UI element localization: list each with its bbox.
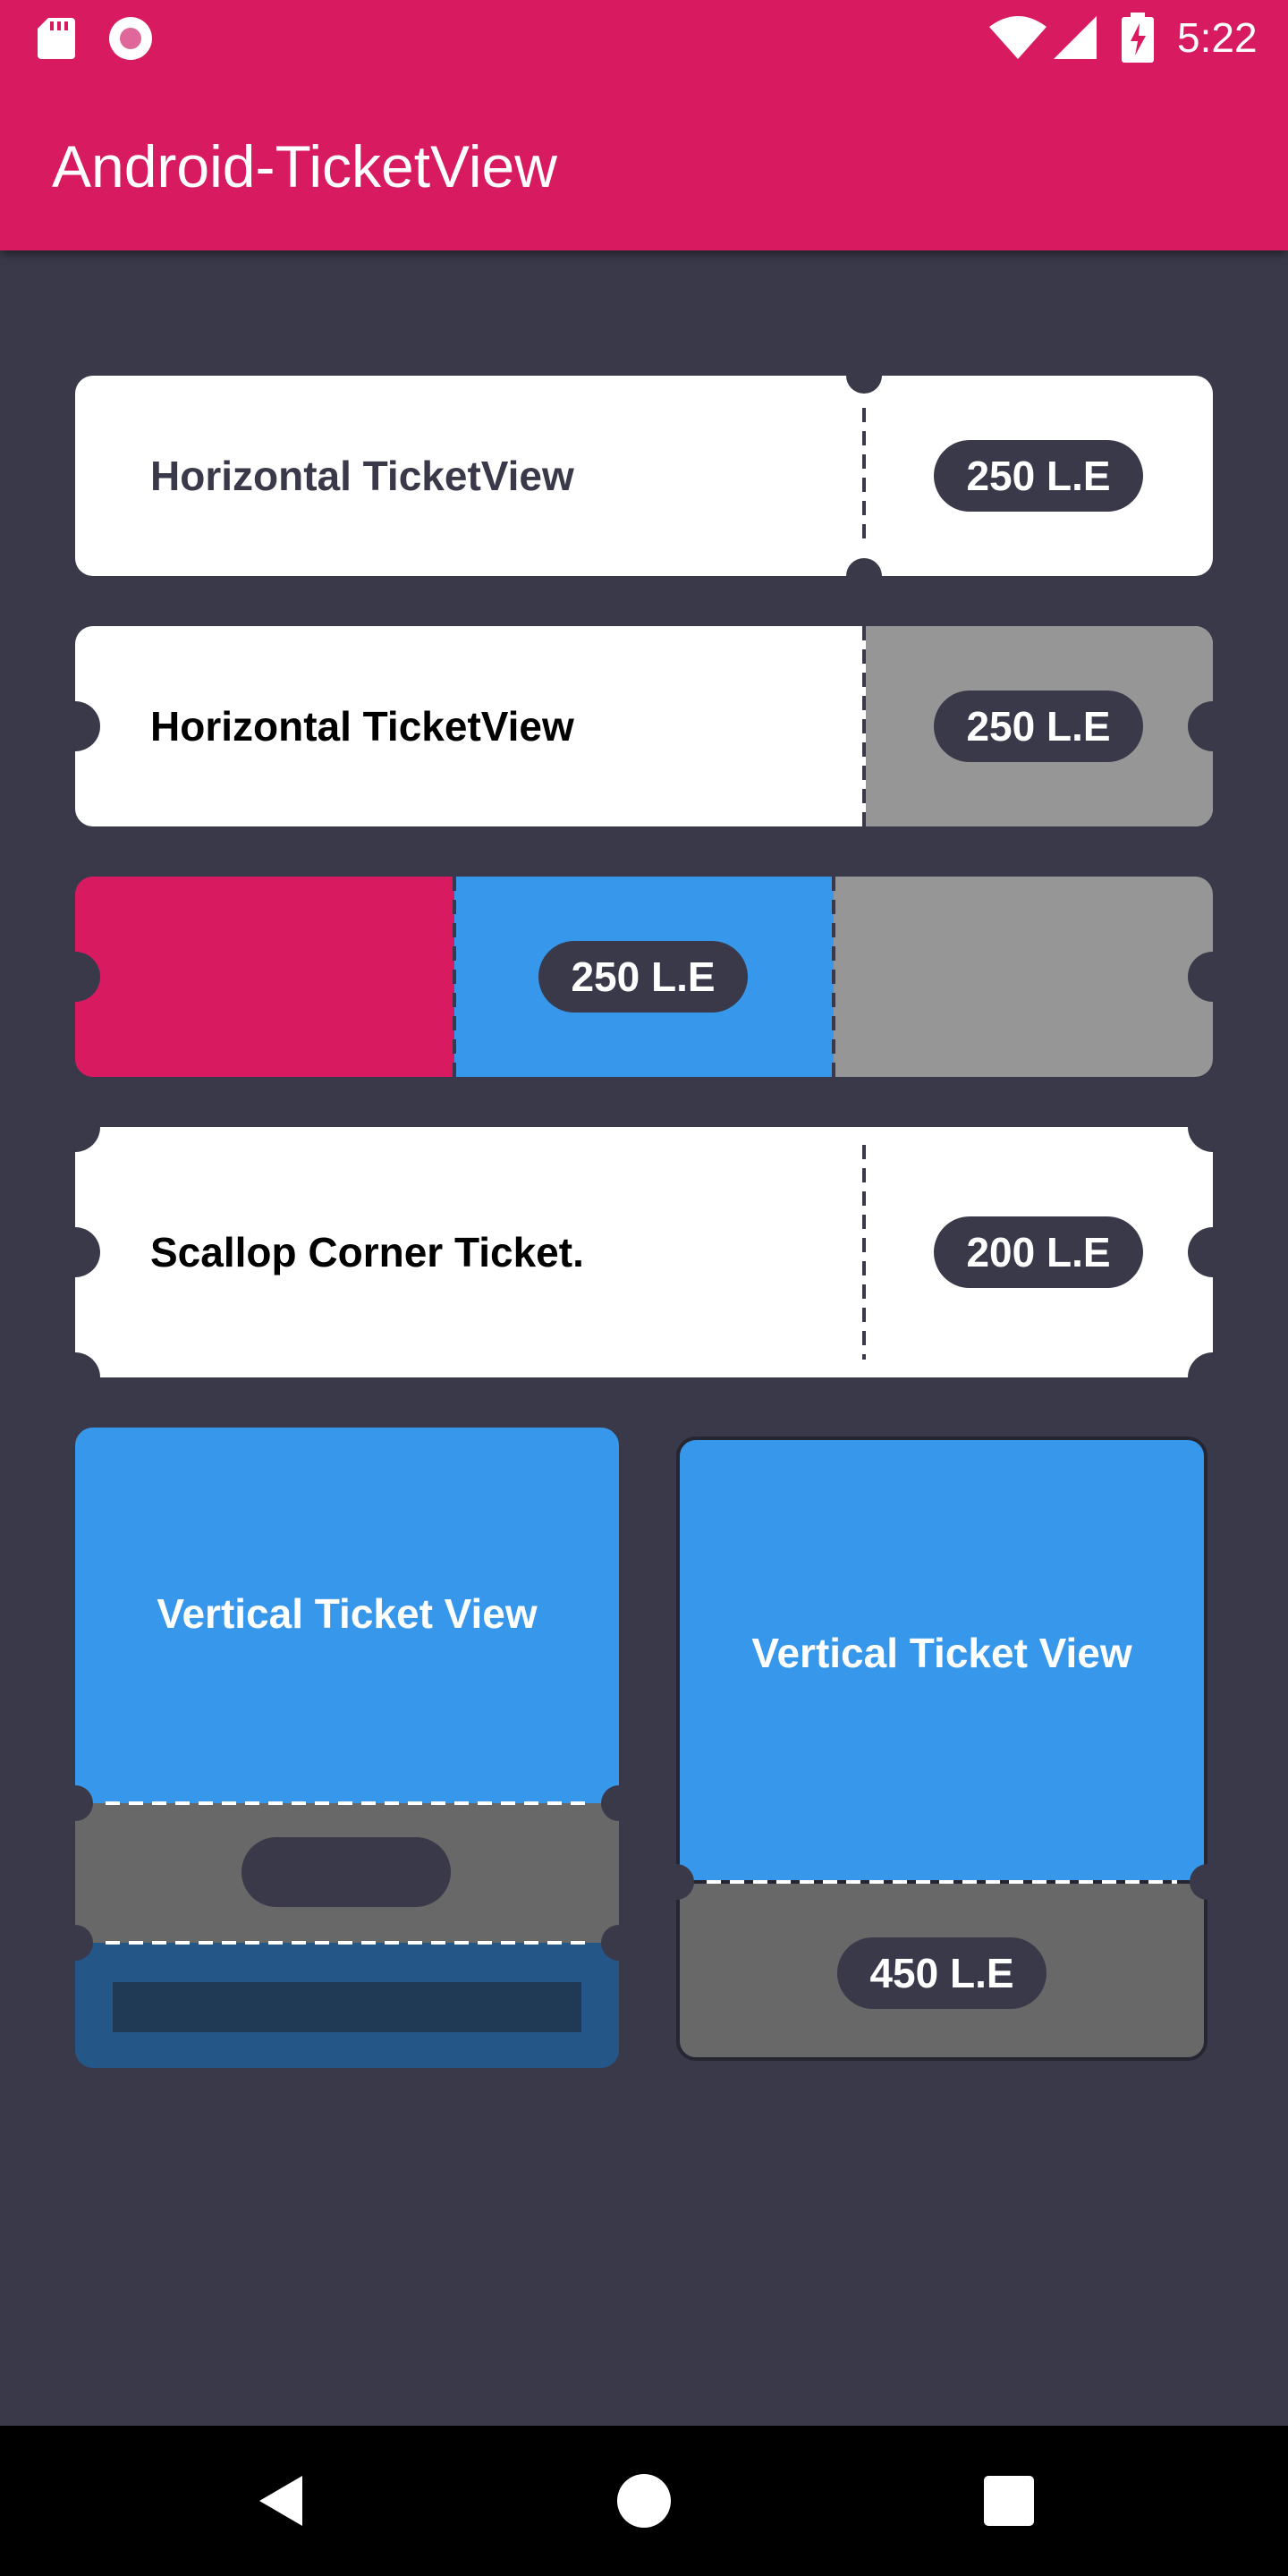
recents-icon[interactable] <box>980 2472 1038 2529</box>
vertical-ticket-1[interactable]: Vertical Ticket View <box>75 1428 619 2068</box>
ticket-shape <box>75 1428 619 2068</box>
vertical-ticket-2[interactable]: Vertical Ticket View 450 L.E <box>676 1436 1208 2061</box>
horizontal-ticket-1[interactable]: Horizontal TicketView 250 L.E <box>75 376 1213 576</box>
ticket-label: Horizontal TicketView <box>150 453 574 499</box>
home-icon[interactable] <box>615 2472 673 2529</box>
price-badge: 200 L.E <box>934 1216 1143 1288</box>
status-bar: 5:22 <box>0 0 1288 75</box>
price-badge: 250 L.E <box>934 691 1143 762</box>
price-badge: 450 L.E <box>837 1937 1046 2009</box>
ticket-label: Scallop Corner Ticket. <box>150 1229 584 1275</box>
ticket-label: Vertical Ticket View <box>751 1630 1132 1676</box>
recording-icon <box>109 17 152 60</box>
sd-card-icon <box>38 18 75 59</box>
signal-icon <box>1054 16 1097 59</box>
price-badge: 250 L.E <box>538 941 748 1013</box>
app-title: Android-TicketView <box>52 133 557 199</box>
app-bar: 5:22 Android-TicketView <box>0 0 1288 250</box>
horizontal-ticket-3[interactable]: 250 L.E <box>75 877 1213 1077</box>
horizontal-ticket-2[interactable]: Horizontal TicketView 250 L.E <box>75 626 1213 826</box>
ticket-label: Vertical Ticket View <box>157 1590 538 1637</box>
scallop-corner-ticket[interactable]: Scallop Corner Ticket. 200 L.E <box>75 1127 1213 1377</box>
back-icon[interactable] <box>254 2472 311 2529</box>
status-time: 5:22 <box>1177 14 1258 61</box>
ticket-label: Horizontal TicketView <box>150 703 574 750</box>
battery-charging-icon <box>1122 13 1154 63</box>
wifi-icon <box>989 16 1046 59</box>
price-badge: 250 L.E <box>934 440 1143 512</box>
